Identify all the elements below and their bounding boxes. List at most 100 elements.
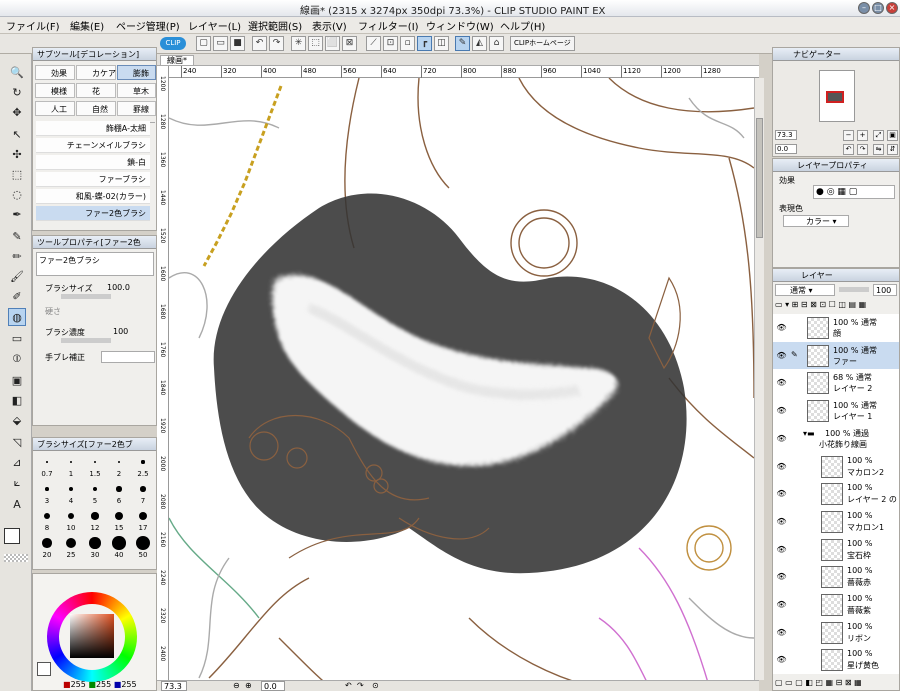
brush-size-cell[interactable]: 0.7 bbox=[36, 454, 58, 480]
bucket-tool-icon[interactable]: ⬙ bbox=[8, 412, 26, 430]
operation-tool-icon[interactable]: ↖ bbox=[8, 126, 26, 144]
angle-field[interactable]: 0.0 bbox=[261, 681, 285, 691]
effect-icons[interactable]: ● ◎ ▦ ▢ bbox=[813, 185, 895, 199]
subtool-group-pattern[interactable]: 模様 bbox=[35, 83, 75, 98]
text-tool-icon[interactable]: A bbox=[8, 496, 26, 514]
brush-size-cell[interactable]: 25 bbox=[60, 535, 82, 561]
brush-size-cell[interactable]: 5 bbox=[84, 481, 106, 507]
nav-rotate-right-icon[interactable]: ↷ bbox=[857, 144, 868, 155]
symmetry-icon[interactable]: ⌂ bbox=[489, 36, 504, 51]
size-value[interactable]: 100.0 bbox=[107, 283, 130, 292]
crop-icon[interactable]: ⊠ bbox=[342, 36, 357, 51]
density-value[interactable]: 100 bbox=[113, 327, 128, 336]
layer-row[interactable]: 👁 100 % 通常顔 bbox=[773, 314, 899, 343]
current-color-swatch[interactable] bbox=[37, 662, 51, 676]
subtool-group-decoration[interactable]: 膨飾 bbox=[117, 65, 156, 80]
folder-icon[interactable]: ▾▬ bbox=[803, 429, 815, 438]
selection-tool-icon[interactable]: ⬚ bbox=[8, 166, 26, 184]
eye-icon[interactable]: 👁 bbox=[776, 489, 787, 498]
snap-special-icon[interactable]: ▫ bbox=[400, 36, 415, 51]
brush-size-cell[interactable]: 3 bbox=[36, 481, 58, 507]
brush-item[interactable]: 和風-蝶-02(カラー) bbox=[36, 189, 150, 204]
brush-item[interactable]: チェーンメイルブラシ bbox=[36, 138, 150, 153]
layer-row[interactable]: 👁 ▾▬ 100 % 通過 小花飾り線画 bbox=[773, 424, 899, 454]
subtool-group-ruled-line[interactable]: 罫線 bbox=[117, 101, 156, 116]
deselect-icon[interactable]: ⬜ bbox=[325, 36, 340, 51]
reset-rotation-icon[interactable]: ⊙ bbox=[372, 681, 379, 690]
brush-item[interactable]: 飾棚A-太細 bbox=[36, 121, 150, 136]
transform-icon[interactable]: ⬚ bbox=[308, 36, 323, 51]
eye-icon[interactable]: 👁 bbox=[776, 323, 787, 332]
subtool-group-cartoon[interactable]: カケア bbox=[76, 65, 116, 80]
fill-tool-icon[interactable]: ▣ bbox=[8, 372, 26, 390]
brush-size-cell[interactable]: 4 bbox=[60, 481, 82, 507]
brush-size-cell[interactable]: 30 bbox=[84, 535, 106, 561]
menu-page[interactable]: ページ管理(P) bbox=[116, 18, 180, 33]
zoom-in-icon[interactable]: ⊕ bbox=[245, 681, 252, 690]
layer-row[interactable]: 👁 100 % 通常 レイヤー 1 bbox=[773, 397, 899, 427]
eye-icon[interactable]: 👁 bbox=[776, 600, 787, 609]
canvas-vertical-scrollbar[interactable] bbox=[754, 78, 764, 680]
layer-row[interactable]: 👁 100 % リボン bbox=[773, 618, 899, 648]
menu-view[interactable]: 表示(V) bbox=[312, 18, 347, 33]
save-icon[interactable]: ■ bbox=[230, 36, 245, 51]
brush-item[interactable]: 鎖-白 bbox=[36, 155, 150, 170]
rotate-right-icon[interactable]: ↷ bbox=[357, 681, 364, 690]
transparent-swatch[interactable] bbox=[4, 554, 28, 562]
layer-row[interactable]: 👁 ✎ 100 % 通常 ファー bbox=[773, 341, 899, 371]
layer-row[interactable]: 👁 100 % レイヤー 2 の bbox=[773, 480, 899, 510]
eye-icon[interactable]: 👁 bbox=[776, 351, 787, 360]
airbrush-tool-icon[interactable]: ✐ bbox=[8, 288, 26, 306]
lasso-tool-icon[interactable]: ◌ bbox=[8, 186, 26, 204]
clear-icon[interactable]: ✳ bbox=[291, 36, 306, 51]
document-tab[interactable]: 線画* bbox=[160, 55, 194, 66]
eye-icon[interactable]: 👁 bbox=[776, 378, 787, 387]
blend-tool-icon[interactable]: ⦶ bbox=[8, 350, 26, 368]
nav-zoom-in-icon[interactable]: + bbox=[857, 130, 868, 141]
rotate-left-icon[interactable]: ↶ bbox=[345, 681, 352, 690]
zoom-tool-icon[interactable]: 🔍 bbox=[8, 64, 26, 82]
brush-size-cell[interactable]: 17 bbox=[132, 508, 154, 534]
brush-size-cell[interactable]: 12 bbox=[84, 508, 106, 534]
menu-window[interactable]: ウィンドウ(W) bbox=[426, 18, 494, 33]
eyedropper-icon[interactable]: ✒ bbox=[8, 206, 26, 224]
layer-row[interactable]: 👁 100 % 星げ黄色 bbox=[773, 646, 899, 674]
menu-layer[interactable]: レイヤー(L) bbox=[188, 18, 241, 33]
subtool-group-effect[interactable]: 効果 bbox=[35, 65, 75, 80]
layer-row[interactable]: 👁 100 % 薔薇紫 bbox=[773, 591, 899, 620]
stabilizer-field[interactable] bbox=[101, 351, 155, 363]
brush-size-cell[interactable]: 40 bbox=[108, 535, 130, 561]
snap-grid-icon[interactable]: ⊡ bbox=[383, 36, 398, 51]
undo-icon[interactable]: ↶ bbox=[252, 36, 267, 51]
drawing-canvas[interactable] bbox=[169, 78, 754, 686]
ruler-icon[interactable]: ◫ bbox=[434, 36, 449, 51]
eye-icon[interactable]: 👁 bbox=[776, 655, 787, 664]
subtool-group-plants[interactable]: 草木 bbox=[117, 83, 156, 98]
brush-size-cell[interactable]: 2 bbox=[108, 454, 130, 480]
navigator-preview[interactable] bbox=[819, 70, 855, 122]
subtool-group-flower[interactable]: 花 bbox=[76, 83, 116, 98]
nav-rotate-left-icon[interactable]: ↶ bbox=[843, 144, 854, 155]
layer-row[interactable]: 👁 100 % マカロン1 bbox=[773, 507, 899, 537]
clip-badge[interactable]: CLIP bbox=[160, 37, 186, 50]
eye-icon[interactable]: 👁 bbox=[776, 628, 787, 637]
decoration-tool-icon[interactable]: ◍ bbox=[8, 308, 26, 326]
zoom-out-icon[interactable]: ⊖ bbox=[233, 681, 240, 690]
brush-size-cell[interactable]: 10 bbox=[60, 508, 82, 534]
redo-icon[interactable]: ↷ bbox=[269, 36, 284, 51]
brush-item[interactable]: ファーブラシ bbox=[36, 172, 150, 187]
brush-size-cell[interactable]: 15 bbox=[108, 508, 130, 534]
subtool-group-artificial[interactable]: 人工 bbox=[35, 101, 75, 116]
ruler-tool-icon[interactable]: ⟀ bbox=[8, 474, 26, 492]
brush-size-cell[interactable]: 1.5 bbox=[84, 454, 106, 480]
snap-icon[interactable]: ⟋ bbox=[366, 36, 381, 51]
layer-row[interactable]: 👁 100 % 宝石枠 bbox=[773, 535, 899, 565]
nav-flip-h-icon[interactable]: ⇋ bbox=[873, 144, 884, 155]
brush-size-cell[interactable]: 8 bbox=[36, 508, 58, 534]
eraser-tool-icon[interactable]: ▭ bbox=[8, 330, 26, 348]
zoom-field[interactable]: 73.3 bbox=[161, 681, 187, 691]
opacity-slider[interactable] bbox=[839, 287, 869, 292]
brush-size-cell[interactable]: 6 bbox=[108, 481, 130, 507]
brush-size-cell[interactable]: 7 bbox=[132, 481, 154, 507]
expression-color-select[interactable]: カラー ▾ bbox=[783, 215, 849, 227]
